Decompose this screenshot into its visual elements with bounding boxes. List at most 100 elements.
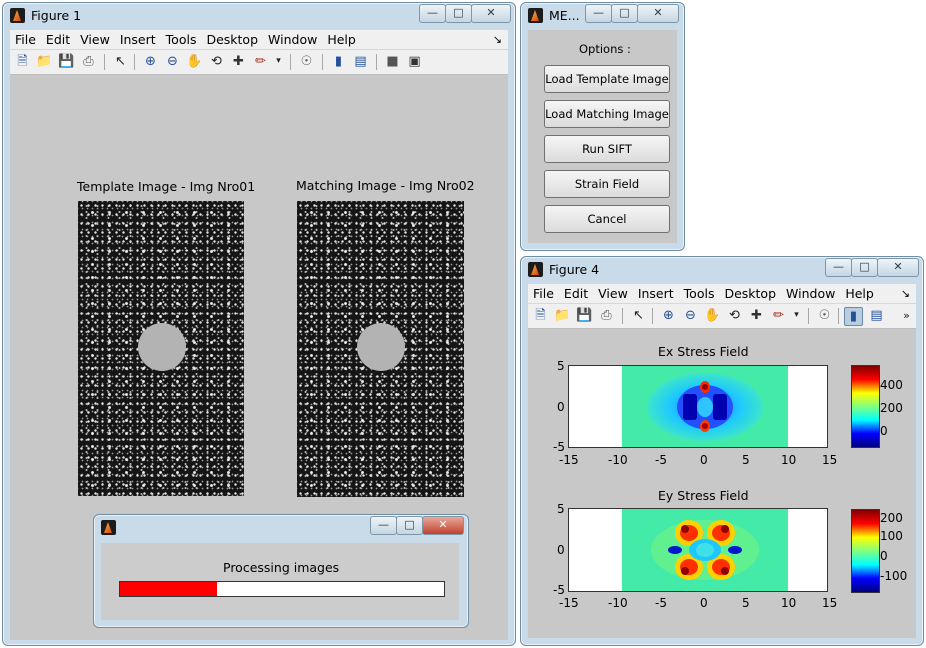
progress-titlebar[interactable]: — □ ✕ (94, 515, 468, 541)
figure-1-menubar: File Edit View Insert Tools Desktop Wind… (10, 30, 508, 50)
print-icon[interactable]: ⎙ (598, 307, 615, 324)
menu-window-titlebar[interactable]: ME... — □ ✕ (521, 3, 684, 29)
brush-dropdown-icon[interactable]: ▾ (270, 53, 287, 70)
edit-plot-icon[interactable]: ↖ (112, 53, 129, 70)
close-button[interactable]: ✕ (471, 4, 511, 23)
ex-xtick: -5 (655, 453, 667, 467)
rotate-3d-icon[interactable]: ⟲ (208, 53, 225, 70)
menu-insert[interactable]: Insert (115, 30, 161, 47)
link-plot-icon[interactable]: ☉ (816, 307, 833, 324)
link-plot-icon[interactable]: ☉ (298, 53, 315, 70)
ex-colorbar[interactable] (851, 365, 880, 448)
toolbar-separator (808, 308, 809, 324)
toolbar-separator (290, 54, 291, 70)
menu-desktop[interactable]: Desktop (201, 30, 263, 47)
menu-tools[interactable]: Tools (161, 30, 202, 47)
menu-view[interactable]: View (75, 30, 115, 47)
ey-stress-field-map (622, 509, 788, 591)
insert-legend-icon[interactable]: ▤ (868, 307, 885, 324)
ey-cbar-tick: -100 (880, 569, 908, 583)
load-template-image-button[interactable]: Load Template Image (544, 65, 670, 93)
zoom-in-icon[interactable]: ⊕ (660, 307, 677, 324)
menu-edit[interactable]: Edit (41, 30, 75, 47)
menu-view[interactable]: View (593, 284, 633, 301)
menu-help[interactable]: Help (840, 284, 879, 301)
template-image-label: Template Image - Img Nro01 (77, 179, 256, 194)
brush-dropdown-icon[interactable]: ▾ (788, 307, 805, 324)
close-button[interactable]: ✕ (637, 4, 679, 23)
menu-help[interactable]: Help (322, 30, 361, 47)
rotate-3d-icon[interactable]: ⟲ (726, 307, 743, 324)
minimize-button[interactable]: — (825, 258, 852, 277)
progress-message: Processing images (223, 560, 340, 575)
strain-field-button[interactable]: Strain Field (544, 170, 670, 198)
edit-plot-icon[interactable]: ↖ (630, 307, 647, 324)
close-button[interactable]: ✕ (877, 258, 919, 277)
ey-plot-axes[interactable] (568, 508, 828, 592)
save-icon[interactable]: 💾 (576, 307, 593, 324)
more-tools-icon[interactable]: » (898, 307, 915, 324)
new-figure-icon[interactable]: 🗎 (532, 307, 549, 324)
menu-window[interactable]: Window (781, 284, 840, 301)
maximize-button[interactable]: □ (851, 258, 878, 277)
menu-desktop[interactable]: Desktop (719, 284, 781, 301)
minimize-button[interactable]: — (585, 4, 612, 23)
cancel-button[interactable]: Cancel (544, 205, 670, 233)
ey-xtick: -5 (655, 596, 667, 610)
matlab-icon (528, 262, 543, 277)
options-label: Options : (579, 42, 631, 56)
ey-xtick: 10 (781, 596, 797, 610)
figure-4-client: File Edit View Insert Tools Desktop Wind… (528, 284, 916, 638)
ex-ytick: 5 (557, 359, 565, 373)
menu-tools[interactable]: Tools (679, 284, 720, 301)
ex-xtick: 10 (781, 453, 797, 467)
dock-arrow-icon[interactable]: ↘ (901, 287, 910, 300)
progress-bar-fill (120, 582, 218, 596)
ey-xtick: 0 (700, 596, 708, 610)
run-sift-button[interactable]: Run SIFT (544, 135, 670, 163)
insert-colorbar-icon[interactable]: ▮ (844, 307, 863, 326)
figure-4-menubar: File Edit View Insert Tools Desktop Wind… (528, 284, 916, 304)
template-image (78, 201, 244, 496)
ex-ytick: -5 (553, 440, 565, 454)
menu-file[interactable]: File (528, 284, 559, 301)
minimize-button[interactable]: — (370, 516, 397, 535)
ey-colorbar[interactable] (851, 509, 880, 593)
load-matching-image-button[interactable]: Load Matching Image (544, 100, 670, 128)
ey-ytick: 0 (557, 543, 565, 557)
dock-arrow-icon[interactable]: ↘ (493, 33, 502, 46)
new-figure-icon[interactable]: 🗎 (14, 53, 31, 70)
maximize-button[interactable]: □ (445, 4, 472, 23)
insert-legend-icon[interactable]: ▤ (352, 53, 369, 70)
menu-window[interactable]: Window (263, 30, 322, 47)
ex-plot-title: Ex Stress Field (658, 344, 749, 359)
close-button[interactable]: ✕ (422, 516, 464, 535)
minimize-button[interactable]: — (419, 4, 446, 23)
figure-4-titlebar[interactable]: Figure 4 — □ ✕ (521, 257, 923, 283)
zoom-out-icon[interactable]: ⊖ (682, 307, 699, 324)
matlab-icon (10, 8, 25, 23)
zoom-in-icon[interactable]: ⊕ (142, 53, 159, 70)
show-plot-tools-icon[interactable]: ▣ (406, 53, 423, 70)
ex-plot-axes[interactable] (568, 365, 828, 448)
figure-1-titlebar[interactable]: Figure 1 — □ ✕ (3, 3, 515, 29)
maximize-button[interactable]: □ (396, 516, 423, 535)
menu-file[interactable]: File (10, 30, 41, 47)
ey-ytick: 5 (557, 502, 565, 516)
save-icon[interactable]: 💾 (58, 53, 75, 70)
menu-insert[interactable]: Insert (633, 284, 679, 301)
data-cursor-icon[interactable]: ✚ (230, 53, 247, 70)
open-file-icon[interactable]: 📁 (36, 53, 53, 70)
pan-icon[interactable]: ✋ (186, 53, 203, 70)
menu-edit[interactable]: Edit (559, 284, 593, 301)
open-file-icon[interactable]: 📁 (554, 307, 571, 324)
brush-icon[interactable]: ✏ (770, 307, 787, 324)
zoom-out-icon[interactable]: ⊖ (164, 53, 181, 70)
insert-colorbar-icon[interactable]: ▮ (330, 53, 347, 70)
print-icon[interactable]: ⎙ (80, 53, 97, 70)
maximize-button[interactable]: □ (611, 4, 638, 23)
brush-icon[interactable]: ✏ (252, 53, 269, 70)
pan-icon[interactable]: ✋ (704, 307, 721, 324)
hide-plot-tools-icon[interactable]: ■ (384, 53, 401, 70)
data-cursor-icon[interactable]: ✚ (748, 307, 765, 324)
